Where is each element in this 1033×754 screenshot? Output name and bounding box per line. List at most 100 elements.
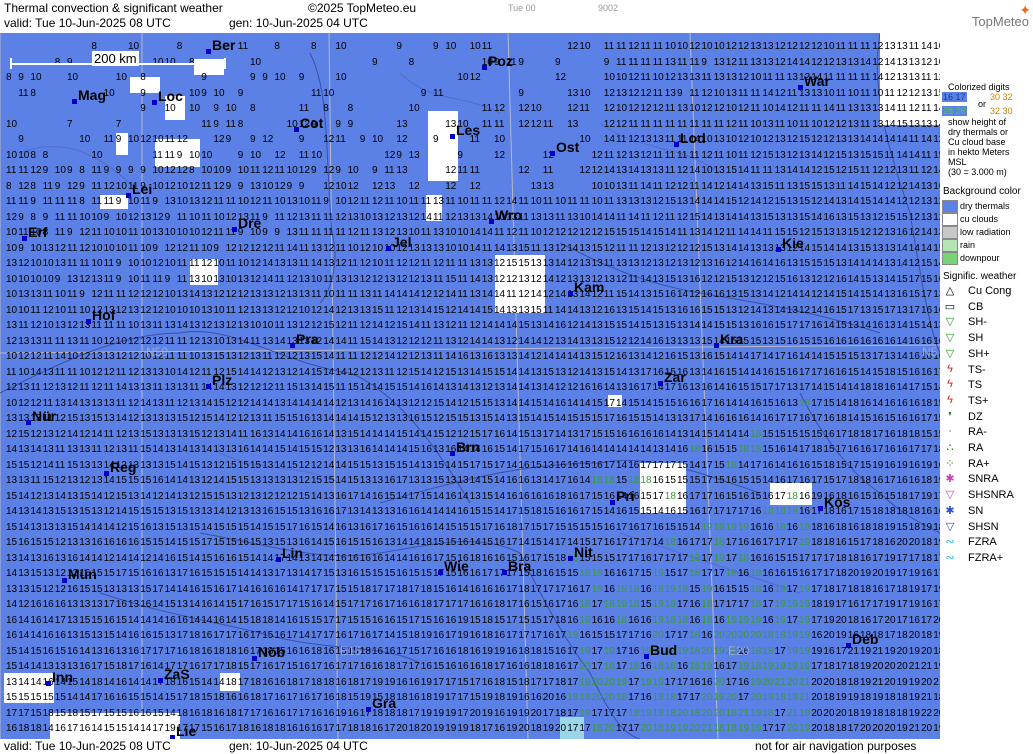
thermal-digit: 18 <box>469 552 481 564</box>
thermal-digit: 13 <box>91 599 103 610</box>
thermal-digit: 14 <box>603 134 615 145</box>
thermal-digit: 16 <box>384 645 396 657</box>
thermal-digit: 10 <box>225 103 237 114</box>
thermal-digit: 13 <box>860 304 872 316</box>
background-swatch <box>942 252 958 265</box>
thermal-digit: 16 <box>250 723 262 734</box>
thermal-digit: 17 <box>140 645 152 657</box>
thermal-digit: 17 <box>335 723 347 734</box>
thermal-digit: 18 <box>494 599 506 610</box>
thermal-digit: 17 <box>664 459 676 471</box>
thermal-digit: 12 <box>664 72 676 83</box>
thermal-digit: 12 <box>872 41 884 52</box>
thermal-digit: 13 <box>616 258 628 269</box>
thermal-digit: 15 <box>725 444 737 455</box>
thermal-digit: 15 <box>677 475 689 486</box>
thermal-digit: 17 <box>335 614 347 626</box>
thermal-digit: 13 <box>847 118 859 130</box>
thermal-digit: 18 <box>652 661 664 672</box>
thermal-digit: 17 <box>786 537 798 548</box>
thermal-digit: 12 <box>164 242 176 254</box>
thermal-digit: 14 <box>225 614 237 626</box>
thermal-digit: 13 <box>103 397 115 409</box>
thermal-digit: 10 <box>6 118 18 130</box>
thermal-digit: 15 <box>469 614 481 626</box>
thermal-digit: 14 <box>921 134 933 145</box>
thermal-digit: 16 <box>677 397 689 409</box>
thermal-digit: 16 <box>762 413 774 424</box>
thermal-digit: 17 <box>433 676 445 688</box>
thermal-digit: 11 <box>799 118 810 130</box>
thermal-digit: 12 <box>274 180 286 192</box>
thermal-digit: 15 <box>542 506 554 517</box>
thermal-digit: 12 <box>896 87 908 99</box>
thermal-digit: 18 <box>921 630 933 641</box>
thermal-digit: 14 <box>481 227 493 238</box>
generated-time: gen: 10-Jun-2025 04 UTC <box>229 16 368 30</box>
thermal-digit: 15 <box>884 211 896 223</box>
thermal-digit: 17 <box>616 630 628 641</box>
city-name: Gra <box>372 695 397 711</box>
thermal-digit: 12 <box>262 490 274 502</box>
thermal-digit: 13 <box>347 273 359 285</box>
thermal-digit: 16 <box>677 537 689 548</box>
thermal-digit: 16 <box>347 568 359 579</box>
thermal-digit: 12 <box>335 211 347 223</box>
thermal-digit: 12 <box>884 180 896 192</box>
thermal-digit: 13 <box>42 242 54 254</box>
thermal-digit: 18 <box>725 707 737 719</box>
thermal-digit: 11 <box>738 118 749 130</box>
thermal-digit: 15 <box>689 475 701 486</box>
thermal-digit: 15 <box>847 165 859 176</box>
city-label: Mag <box>72 87 106 104</box>
thermal-digit: 14 <box>884 56 896 68</box>
thermal-digit: 16 <box>701 351 713 362</box>
thermal-digit: 12 <box>738 72 750 83</box>
thermal-digit: 17 <box>713 506 725 517</box>
thermal-digit: 17 <box>445 676 457 688</box>
thermal-digit: 12 <box>103 506 115 517</box>
thermal-digit: 17 <box>274 661 286 672</box>
thermal-digit: 15 <box>603 320 615 331</box>
thermal-digit: 14 <box>323 521 335 533</box>
thermal-digit: 18 <box>250 614 262 626</box>
thermal-digit: 18 <box>591 583 603 595</box>
thermal-digit: 14 <box>250 568 262 579</box>
thermal-digit: 9 <box>555 56 561 68</box>
thermal-digit: 12 <box>79 242 91 254</box>
thermal-digit: 13 <box>884 258 896 269</box>
city-name: Kos <box>824 494 851 510</box>
thermal-digit: 13 <box>262 459 274 471</box>
rain-heavy-icon: ⁘ <box>945 457 955 470</box>
thermal-digit: 12 <box>494 258 506 269</box>
thermal-digit: 18 <box>689 444 701 455</box>
city-name: Wro <box>495 207 522 223</box>
thermal-digit: 13 <box>640 134 652 145</box>
thermal-digit: 12 <box>347 227 359 238</box>
thermal-digit: 13 <box>725 289 737 300</box>
thermal-digit: 14 <box>469 304 481 316</box>
thermal-digit: 17 <box>725 552 737 564</box>
thermal-digit: 12 <box>884 72 896 83</box>
thermal-digit: 15 <box>115 490 127 502</box>
thermal-digit: 15 <box>616 475 628 486</box>
thermal-digit: 8 <box>323 103 329 114</box>
thermal-digit: 19 <box>799 707 811 719</box>
thermal-digit: 11 <box>457 289 468 300</box>
thermal-digit: 13 <box>54 382 66 393</box>
thermal-digit: 13 <box>140 459 152 471</box>
thermal-digit: 18 <box>420 692 432 703</box>
thermal-digit: 18 <box>774 521 786 533</box>
city-name: Plz <box>212 372 233 388</box>
thermal-digit: 16 <box>567 614 579 626</box>
thermal-digit: 15 <box>164 521 176 533</box>
thermal-digit: 15 <box>811 227 823 238</box>
thermal-digit: 11 <box>323 211 334 223</box>
thermal-digit: 19 <box>908 692 920 703</box>
thermal-digit: 12 <box>298 320 310 331</box>
thermal-digit: 13 <box>786 304 798 316</box>
thermal-digit: 17 <box>823 552 835 564</box>
rain-icon: ∴ <box>946 442 954 454</box>
thermal-digit: 19 <box>579 707 591 719</box>
thermal-digit: 15 <box>30 645 42 657</box>
